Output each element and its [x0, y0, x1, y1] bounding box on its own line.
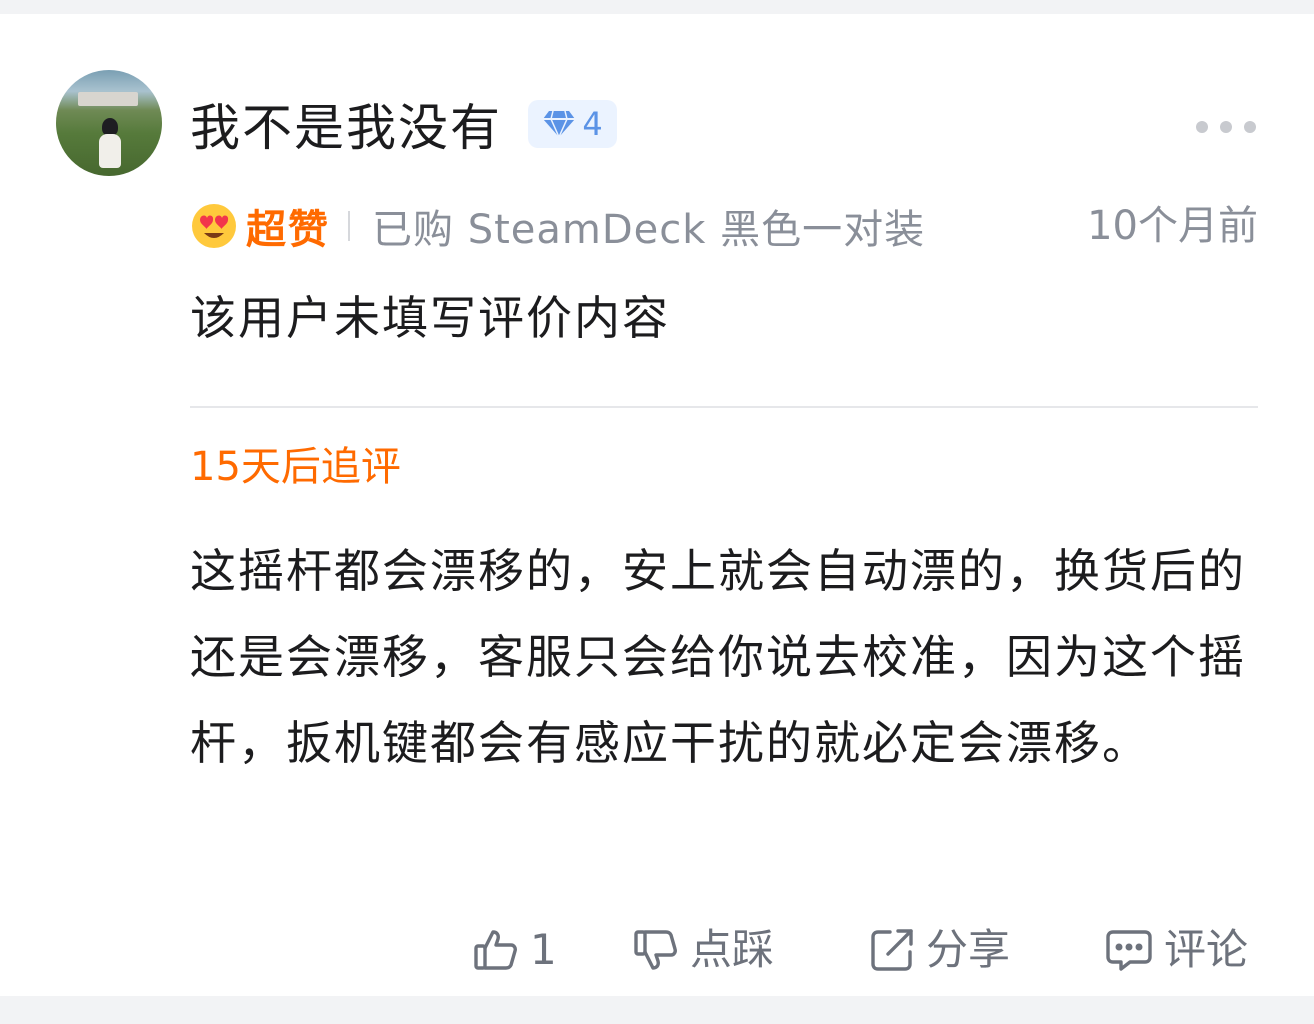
username[interactable]: 我不是我没有 [190, 98, 502, 158]
dislike-button[interactable]: 点踩 [632, 920, 774, 980]
comment-icon [1106, 930, 1152, 971]
rating-row: 超赞 已购 SteamDeck 黑色一对装 [190, 198, 925, 254]
more-dot [1220, 121, 1232, 133]
comment-label: 评论 [1164, 925, 1249, 974]
thumbs-up-icon [474, 930, 517, 970]
comment-button[interactable]: 评论 [1104, 920, 1248, 980]
level-number: 4 [582, 105, 603, 143]
share-label: 分享 [926, 925, 1011, 974]
share-icon [871, 929, 913, 971]
section-divider [190, 406, 1258, 408]
purchased-info: 已购 SteamDeck 黑色一对装 [372, 207, 926, 253]
diamond-icon [543, 110, 576, 139]
review-time: 10个月前 [1087, 203, 1258, 249]
review-card: 我不是我没有 4 超赞 已购 SteamDeck 黑色一对装 10个月前 该用户… [0, 14, 1314, 996]
more-dot [1244, 121, 1256, 133]
review-content: 该用户未填写评价内容 [190, 291, 670, 345]
avatar-figure-body [99, 134, 121, 168]
more-dots-icon[interactable] [1196, 114, 1256, 140]
followup-title: 15天后追评 [190, 444, 401, 490]
like-button[interactable]: 1 [472, 920, 557, 980]
more-dot [1196, 121, 1208, 133]
dislike-label: 点踩 [690, 925, 775, 974]
avatar-house [78, 92, 138, 106]
rating-label: 超赞 [246, 207, 330, 253]
like-count: 1 [530, 925, 557, 974]
avatar[interactable] [56, 70, 162, 176]
level-badge: 4 [528, 100, 617, 148]
rating-divider [348, 211, 350, 241]
share-button[interactable]: 分享 [868, 920, 1010, 980]
followup-content: 这摇杆都会漂移的，安上就会自动漂的，换货后的还是会漂移，客服只会给你说去校准，因… [190, 544, 1246, 770]
thumbs-down-icon [634, 930, 677, 970]
heart-eyes-emoji-icon [192, 204, 236, 248]
